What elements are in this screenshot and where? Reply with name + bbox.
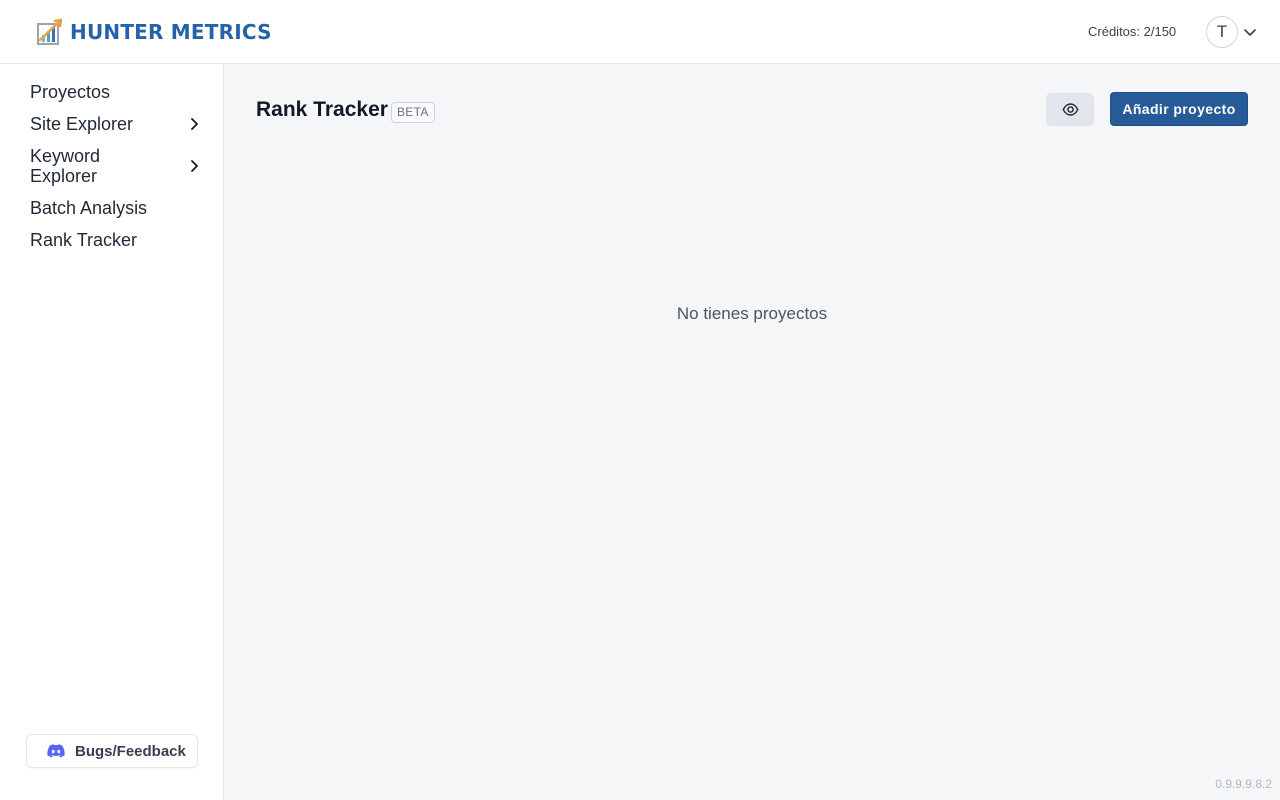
logo[interactable]: HUNTER METRICS <box>36 17 272 47</box>
beta-badge: BETA <box>391 102 435 123</box>
empty-state-message: No tienes proyectos <box>676 304 828 323</box>
sidebar-item-label: Rank Tracker <box>30 230 138 250</box>
bugs-feedback-button[interactable]: Bugs/Feedback <box>26 734 198 768</box>
sidebar-item-label: Site Explorer <box>30 114 134 134</box>
credits-counter: Créditos: 2/150 <box>1088 24 1177 39</box>
add-project-button[interactable]: Añadir proyecto <box>1110 92 1248 126</box>
user-avatar[interactable]: T <box>1206 16 1238 48</box>
top-bar: HUNTER METRICS Créditos: 2/150 T <box>0 0 1280 64</box>
discord-icon <box>47 744 65 758</box>
eye-icon <box>1061 103 1079 116</box>
sidebar-item-rank-tracker[interactable]: Rank Tracker <box>30 230 206 250</box>
sidebar-item-label: Batch Analysis <box>30 198 148 218</box>
sidebar: Proyectos Site Explorer Keyword Explorer… <box>0 64 224 800</box>
sidebar-item-label: Keyword Explorer <box>30 146 101 186</box>
feedback-label: Bugs/Feedback <box>75 742 186 760</box>
chevron-right-icon <box>191 118 198 130</box>
page-title: Rank Tracker <box>256 98 388 121</box>
main-content: Rank Tracker BETA Añadir proyecto No tie… <box>224 64 1280 800</box>
chart-logo-icon <box>37 18 63 45</box>
view-toggle-button[interactable] <box>1046 93 1094 126</box>
logo-text: HUNTER METRICS <box>70 20 272 44</box>
sidebar-item-keyword-explorer[interactable]: Keyword Explorer <box>30 146 206 186</box>
chevron-right-icon <box>191 160 198 172</box>
sidebar-item-proyectos[interactable]: Proyectos <box>30 82 206 102</box>
chevron-down-icon[interactable] <box>1243 25 1257 39</box>
sidebar-item-batch-analysis[interactable]: Batch Analysis <box>30 198 206 218</box>
app-version: 0.9.9.9.8.2 <box>1215 777 1272 791</box>
sidebar-item-site-explorer[interactable]: Site Explorer <box>30 114 206 134</box>
sidebar-item-label: Proyectos <box>30 82 111 102</box>
